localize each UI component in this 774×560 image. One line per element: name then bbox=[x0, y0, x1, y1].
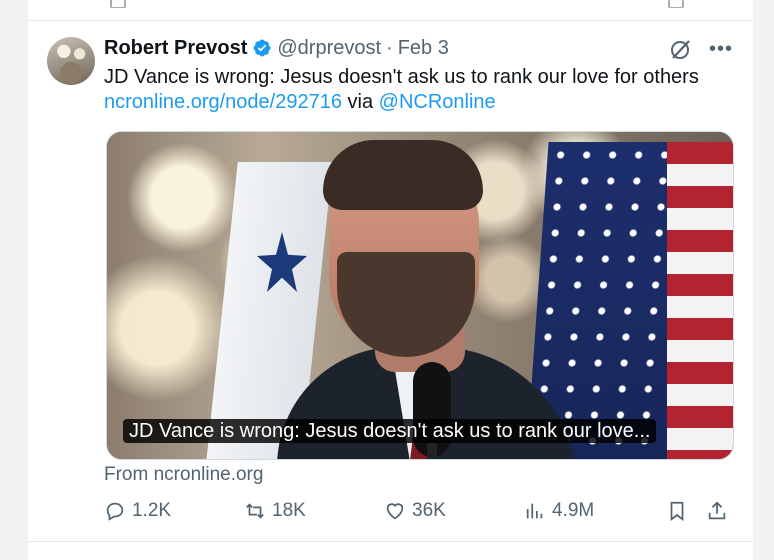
like-count: 36K bbox=[412, 500, 446, 521]
avatar[interactable] bbox=[47, 37, 95, 85]
like-button[interactable]: 36K bbox=[384, 498, 446, 524]
tweet-actions: 1.2K 18K 36K 4.9M bbox=[104, 498, 734, 524]
divider-top bbox=[28, 20, 753, 21]
share-button[interactable] bbox=[706, 498, 728, 524]
article-link[interactable]: ncronline.org/node/292716 bbox=[104, 91, 342, 113]
tweet-text: JD Vance is wrong: Jesus doesn't ask us … bbox=[104, 65, 724, 115]
divider-bottom bbox=[28, 541, 753, 542]
separator-dot: · bbox=[386, 36, 393, 59]
tweet-date[interactable]: Feb 3 bbox=[398, 37, 449, 60]
us-flag-stripes bbox=[667, 142, 733, 459]
views-chart-icon bbox=[526, 503, 543, 519]
reply-icon bbox=[106, 502, 124, 521]
author-name[interactable]: Robert Prevost bbox=[104, 37, 247, 60]
person-hair bbox=[323, 140, 483, 210]
media-caption: JD Vance is wrong: Jesus doesn't ask us … bbox=[123, 419, 657, 443]
bookmark-button[interactable] bbox=[666, 498, 688, 524]
previous-tweet-actions bbox=[28, 0, 753, 8]
tweet-card[interactable]: Robert Prevost @drprevost · Feb 3 ••• JD… bbox=[28, 0, 753, 560]
tweet-text-part: JD Vance is wrong: Jesus doesn't ask us … bbox=[104, 66, 699, 88]
grok-icon[interactable] bbox=[668, 36, 694, 62]
reply-button[interactable]: 1.2K bbox=[104, 498, 171, 524]
share-icon bbox=[708, 501, 726, 520]
more-dots-icon[interactable]: ••• bbox=[708, 36, 734, 62]
heart-icon bbox=[386, 503, 404, 520]
microphone-stand bbox=[427, 442, 437, 459]
link-card-image[interactable]: JD Vance is wrong: Jesus doesn't ask us … bbox=[106, 131, 734, 460]
reply-count: 1.2K bbox=[132, 500, 172, 521]
mention-link[interactable]: @NCRonline bbox=[379, 91, 496, 113]
bookmark-icon bbox=[670, 501, 684, 521]
repost-button[interactable]: 18K bbox=[244, 498, 306, 524]
repost-icon bbox=[246, 503, 264, 519]
tweet-header: Robert Prevost @drprevost · Feb 3 bbox=[104, 36, 449, 60]
author-handle[interactable]: @drprevost bbox=[277, 37, 381, 60]
views-count: 4.9M bbox=[552, 500, 595, 521]
repost-count: 18K bbox=[272, 500, 306, 521]
link-source[interactable]: From ncronline.org bbox=[104, 464, 263, 486]
tweet-text-via: via bbox=[341, 91, 379, 113]
verified-badge-icon bbox=[252, 38, 272, 58]
views-button[interactable]: 4.9M bbox=[524, 498, 594, 524]
